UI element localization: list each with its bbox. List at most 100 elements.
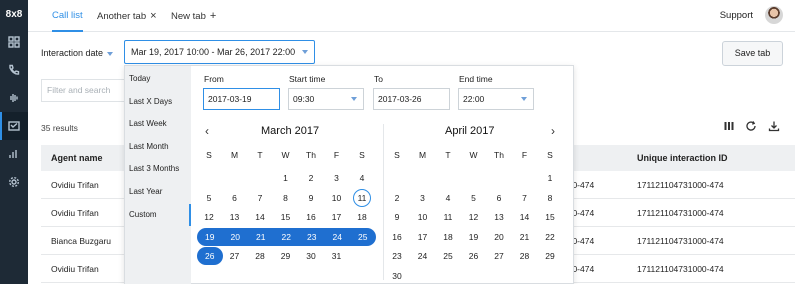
chevron-down-icon (521, 97, 527, 101)
rail-item-settings[interactable] (0, 168, 28, 196)
calendar-day[interactable]: 31 (325, 247, 349, 265)
calendar-day[interactable]: 26 (197, 247, 223, 265)
calendar-day[interactable]: 25 (436, 247, 460, 265)
tab-new[interactable]: New tab + (171, 0, 216, 32)
preset-last-year[interactable]: Last Year (129, 187, 162, 196)
calendar-day[interactable]: 28 (513, 247, 537, 265)
calendar-day[interactable]: 4 (436, 189, 460, 207)
calendar-day[interactable]: 3 (325, 169, 349, 187)
calendar-day[interactable]: 18 (350, 208, 374, 226)
rail-item-calls[interactable] (0, 56, 28, 84)
prev-month-button[interactable]: ‹ (205, 124, 209, 138)
calendar-day[interactable]: 14 (513, 208, 537, 226)
close-icon[interactable]: × (150, 10, 156, 22)
calendar-day[interactable]: 12 (462, 208, 486, 226)
calendar-day[interactable]: 19 (462, 228, 486, 246)
calendar-day[interactable]: 29 (274, 247, 298, 265)
calendar-day[interactable]: 15 (538, 208, 562, 226)
calendar-day[interactable]: 19 (197, 227, 223, 246)
tab-bar: Call list Another tab × New tab + Support (28, 0, 795, 32)
calendar-day[interactable]: 8 (274, 189, 298, 207)
interaction-date-filter[interactable]: Interaction date (41, 48, 114, 58)
from-date-input[interactable]: 2017-03-19 (203, 88, 280, 110)
tab-another[interactable]: Another tab × (97, 0, 157, 32)
calendar-day[interactable]: 21 (513, 228, 537, 246)
calendar-day[interactable]: 9 (299, 189, 323, 207)
preset-today[interactable]: Today (129, 74, 150, 83)
save-tab-button[interactable]: Save tab (722, 41, 783, 66)
refresh-icon[interactable] (745, 120, 757, 134)
download-icon[interactable] (768, 120, 780, 134)
rail-item-interactions[interactable] (0, 112, 28, 140)
end-time-select[interactable]: 22:00 (458, 88, 534, 110)
support-link[interactable]: Support (720, 0, 753, 32)
calendar-day[interactable]: 9 (385, 208, 409, 226)
calendar-day[interactable]: 18 (436, 228, 460, 246)
avatar[interactable] (765, 6, 783, 24)
calendar-day[interactable]: 30 (299, 247, 323, 265)
calendar-day[interactable]: 25 (350, 227, 376, 246)
calendar-day[interactable]: 8 (538, 189, 562, 207)
next-month-button[interactable]: › (551, 124, 555, 138)
calendar-day[interactable]: 24 (411, 247, 435, 265)
calendar-day[interactable]: 15 (274, 208, 298, 226)
calendar-day[interactable]: 6 (487, 189, 511, 207)
calendar-day[interactable]: 29 (538, 247, 562, 265)
calendar-day[interactable]: 22 (538, 228, 562, 246)
calendar-day[interactable]: 11 (350, 188, 374, 207)
calendar-day[interactable]: 14 (248, 208, 272, 226)
column-unique-id[interactable]: Unique interaction ID (637, 153, 728, 163)
calendar-day[interactable]: 2 (299, 169, 323, 187)
to-date-input[interactable]: 2017-03-26 (373, 88, 450, 110)
columns-icon[interactable] (723, 120, 735, 134)
tab-call-list[interactable]: Call list (52, 0, 83, 32)
calendar-day[interactable]: 13 (223, 208, 247, 226)
calendar-day[interactable]: 12 (197, 208, 221, 226)
start-time-select[interactable]: 09:30 (288, 88, 364, 110)
calendar-day[interactable]: 4 (350, 169, 374, 187)
calendar-day[interactable]: 20 (222, 227, 248, 246)
calendar-day[interactable]: 23 (385, 247, 409, 265)
calendar-day[interactable]: 5 (197, 189, 221, 207)
calendar-day[interactable]: 1 (274, 169, 298, 187)
calendar-day[interactable]: 6 (223, 189, 247, 207)
date-range-select[interactable]: Mar 19, 2017 10:00 - Mar 26, 2017 22:00 (124, 40, 315, 64)
rail-item-audio[interactable] (0, 84, 28, 112)
preset-last-month[interactable]: Last Month (129, 142, 169, 151)
preset-last-x-days[interactable]: Last X Days (129, 97, 172, 106)
search-input[interactable]: Filter and search (41, 79, 126, 102)
calendar-day[interactable]: 5 (462, 189, 486, 207)
calendar-day[interactable]: 7 (248, 189, 272, 207)
column-agent-name[interactable]: Agent name (51, 153, 103, 163)
calendar-day[interactable]: 3 (411, 189, 435, 207)
calendar-day[interactable]: 17 (325, 208, 349, 226)
calendar-day[interactable]: 16 (385, 228, 409, 246)
calendar-day[interactable]: 26 (462, 247, 486, 265)
rail-item-dashboard[interactable] (0, 28, 28, 56)
preset-custom[interactable]: Custom (129, 210, 157, 219)
calendar-day[interactable]: 21 (248, 227, 274, 246)
rail-item-reports[interactable] (0, 140, 28, 168)
calendar-day[interactable]: 28 (248, 247, 272, 265)
calendar-day[interactable]: 13 (487, 208, 511, 226)
preset-last-week[interactable]: Last Week (129, 119, 167, 128)
calendar-day[interactable]: 11 (436, 208, 460, 226)
calendar-day[interactable]: 17 (411, 228, 435, 246)
calendar-day[interactable]: 22 (273, 227, 299, 246)
preset-last-3-months[interactable]: Last 3 Months (129, 164, 179, 173)
calendar-day[interactable]: 2 (385, 189, 409, 207)
calendar-day[interactable]: 20 (487, 228, 511, 246)
calendar-day[interactable]: 23 (299, 227, 325, 246)
calendar-day[interactable]: 10 (411, 208, 435, 226)
agent-name: Ovidiu Trifan (51, 180, 99, 190)
calendar-day[interactable]: 10 (325, 189, 349, 207)
calendar-day[interactable]: 24 (324, 227, 350, 246)
calendar-day[interactable]: 27 (223, 247, 247, 265)
calendar-day[interactable]: 1 (538, 169, 562, 187)
date-picker-popover: Today Last X Days Last Week Last Month L… (124, 65, 574, 284)
calendar-day[interactable]: 7 (513, 189, 537, 207)
add-icon[interactable]: + (210, 10, 216, 22)
calendar-day[interactable]: 16 (299, 208, 323, 226)
calendar-day[interactable]: 27 (487, 247, 511, 265)
calendar-day[interactable]: 30 (385, 267, 409, 284)
